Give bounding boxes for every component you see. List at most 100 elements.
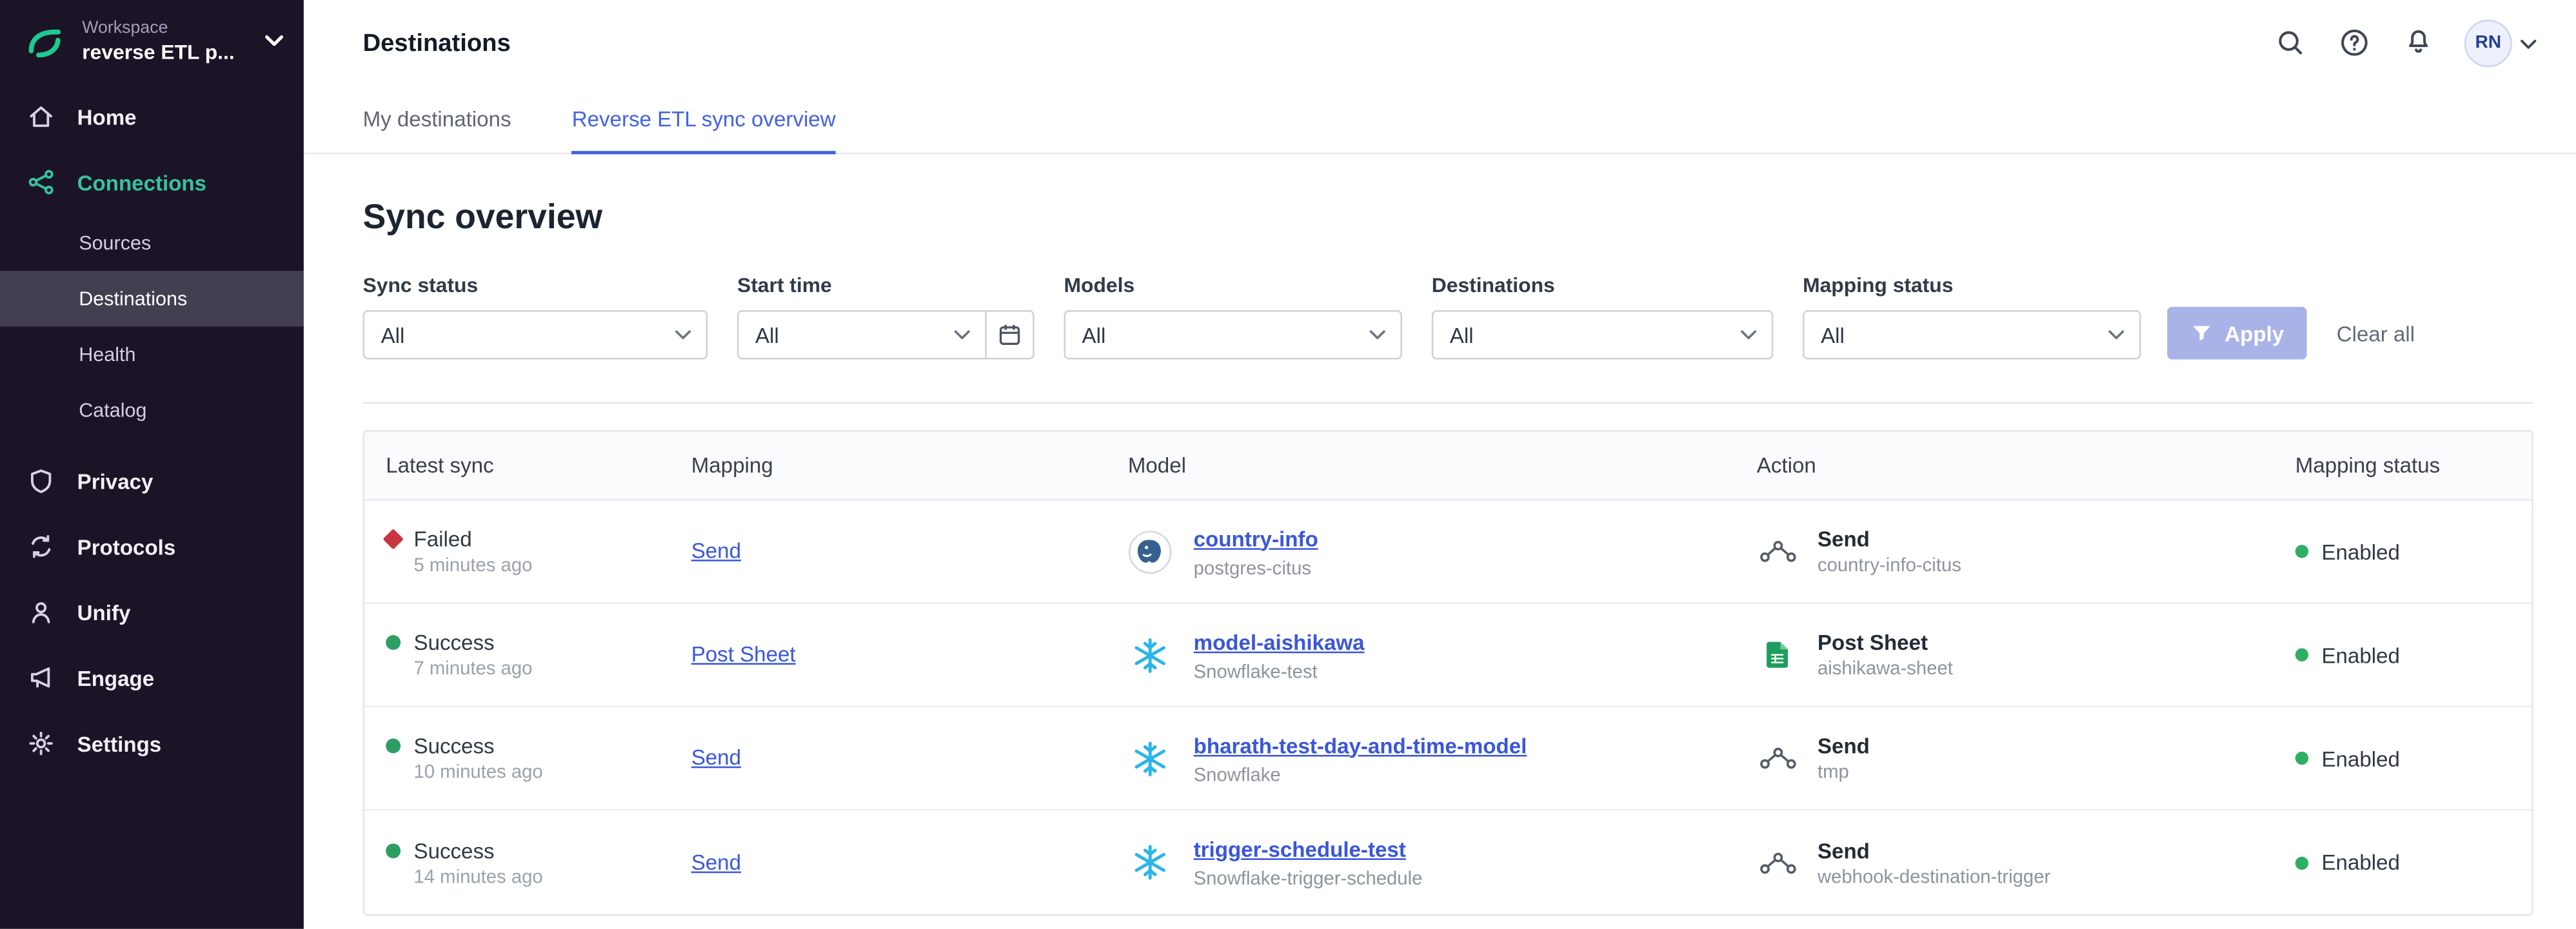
table-row: Success 7 minutes ago Post Sheet model-a… <box>364 604 2531 707</box>
enabled-dot-icon <box>2295 649 2308 661</box>
table-row: Failed 5 minutes ago Send country-info p… <box>364 500 2531 603</box>
workspace-label: Workspace <box>82 18 250 38</box>
apply-button[interactable]: Apply <box>2167 307 2307 359</box>
tab-bar: My destinations Reverse ETL sync overvie… <box>304 85 2576 154</box>
enabled-dot-icon <box>2295 545 2308 558</box>
bell-icon[interactable] <box>2401 24 2437 61</box>
action-title: Send <box>1818 734 1870 758</box>
failed-icon <box>382 529 403 549</box>
action-destination: webhook-destination-trigger <box>1818 867 2050 887</box>
destinations-select[interactable]: All <box>1432 310 1773 359</box>
table-header: Latest sync Mapping Model Action Mapping… <box>364 431 2531 500</box>
mapping-link[interactable]: Send <box>691 538 741 563</box>
start-time-select[interactable]: All <box>737 310 987 359</box>
success-icon <box>386 739 401 754</box>
sidebar-item-connections[interactable]: Connections <box>0 150 304 215</box>
success-icon <box>386 843 401 857</box>
model-link[interactable]: country-info <box>1194 526 1318 551</box>
sidebar-item-sources[interactable]: Sources <box>0 215 304 271</box>
snowflake-icon <box>1128 736 1173 781</box>
model-link[interactable]: trigger-schedule-test <box>1194 837 1406 861</box>
clear-all-link[interactable]: Clear all <box>2337 322 2415 346</box>
mapping-status-label: Enabled <box>2321 539 2399 563</box>
mapping-link[interactable]: Post Sheet <box>691 641 796 666</box>
col-mapping: Mapping <box>691 453 1128 478</box>
sidebar: Workspace reverse ETL p... Home Connecti… <box>0 0 304 929</box>
sync-status-label: Failed <box>413 527 471 551</box>
mapping-link[interactable]: Send <box>691 745 741 770</box>
table-row: Success 14 minutes ago Send trigger-sche… <box>364 811 2531 914</box>
sidebar-item-label: Connections <box>77 170 206 194</box>
sidebar-item-settings[interactable]: Settings <box>0 710 304 776</box>
col-latest-sync: Latest sync <box>386 453 691 478</box>
sync-status-label: Success <box>413 838 494 863</box>
action-destination: country-info-citus <box>1818 556 1961 576</box>
sidebar-item-protocols[interactable]: Protocols <box>0 514 304 580</box>
model-source: Snowflake-trigger-schedule <box>1194 870 1423 890</box>
sync-time: 7 minutes ago <box>413 660 691 680</box>
filters-divider <box>363 402 2533 404</box>
chevron-down-icon <box>1740 330 1756 340</box>
sidebar-item-engage[interactable]: Engage <box>0 645 304 710</box>
home-icon <box>26 102 56 132</box>
sync-overview-table: Latest sync Mapping Model Action Mapping… <box>363 430 2533 915</box>
action-destination: aishikawa-sheet <box>1818 660 1953 680</box>
enabled-dot-icon <box>2295 856 2308 869</box>
workspace-switcher[interactable]: Workspace reverse ETL p... <box>0 0 304 77</box>
model-link[interactable]: bharath-test-day-and-time-model <box>1194 733 1527 758</box>
model-link[interactable]: model-aishikawa <box>1194 629 1365 654</box>
user-menu[interactable]: RN <box>2464 19 2537 66</box>
sync-time: 5 minutes ago <box>413 556 691 576</box>
sidebar-nav: Home Connections Sources Destinations He… <box>0 84 304 776</box>
connections-subnav: Sources Destinations Health Catalog <box>0 215 304 438</box>
content: Sync overview Sync status All Start time… <box>304 154 2576 915</box>
sidebar-item-health[interactable]: Health <box>0 327 304 383</box>
filter-bar: Sync status All Start time All <box>363 274 2533 359</box>
topbar: Destinations RN <box>304 0 2576 85</box>
webhook-icon <box>1757 747 1798 770</box>
chevron-down-icon <box>954 330 970 340</box>
brand-logo-icon <box>21 18 67 64</box>
mapping-status-label: Enabled <box>2321 746 2399 770</box>
action-title: Post Sheet <box>1818 631 1953 655</box>
sync-time: 10 minutes ago <box>413 763 691 783</box>
filter-start-time: Start time All <box>737 274 1035 359</box>
chevron-down-icon <box>264 26 284 56</box>
sidebar-item-home[interactable]: Home <box>0 84 304 150</box>
filter-models: Models All <box>1064 274 1402 359</box>
sync-status-label: Success <box>413 631 494 655</box>
postgres-icon <box>1128 529 1173 574</box>
mapping-link[interactable]: Send <box>691 849 741 874</box>
gear-icon <box>26 729 56 758</box>
action-title: Send <box>1818 527 1961 551</box>
tab-reverse-etl-sync-overview[interactable]: Reverse ETL sync overview <box>572 85 836 152</box>
main-area: Destinations RN <box>304 0 2576 929</box>
page-title: Destinations <box>363 29 511 57</box>
sync-status-select[interactable]: All <box>363 310 708 359</box>
calendar-icon <box>996 322 1023 348</box>
sidebar-item-label: Home <box>77 104 137 129</box>
tab-my-destinations[interactable]: My destinations <box>363 85 511 152</box>
sync-status-label: Success <box>413 734 494 758</box>
snowflake-icon <box>1128 632 1173 677</box>
sidebar-item-unify[interactable]: Unify <box>0 580 304 645</box>
mapping-status-label: Enabled <box>2321 643 2399 667</box>
col-model: Model <box>1128 453 1757 478</box>
sync-time: 14 minutes ago <box>413 867 691 887</box>
success-icon <box>386 635 401 650</box>
enabled-dot-icon <box>2295 752 2308 765</box>
models-select[interactable]: All <box>1064 310 1402 359</box>
snowflake-icon <box>1128 840 1173 885</box>
webhook-icon <box>1757 851 1798 874</box>
avatar[interactable]: RN <box>2464 19 2512 66</box>
app-root: Workspace reverse ETL p... Home Connecti… <box>0 0 2576 929</box>
calendar-button[interactable] <box>985 310 1034 359</box>
help-icon[interactable] <box>2336 24 2372 61</box>
sidebar-item-catalog[interactable]: Catalog <box>0 382 304 438</box>
sidebar-item-destinations[interactable]: Destinations <box>0 271 304 327</box>
mapping-status-select[interactable]: All <box>1803 310 2141 359</box>
search-icon[interactable] <box>2272 24 2308 61</box>
action-destination: tmp <box>1818 763 1870 783</box>
section-heading: Sync overview <box>363 199 2533 238</box>
sidebar-item-privacy[interactable]: Privacy <box>0 448 304 514</box>
